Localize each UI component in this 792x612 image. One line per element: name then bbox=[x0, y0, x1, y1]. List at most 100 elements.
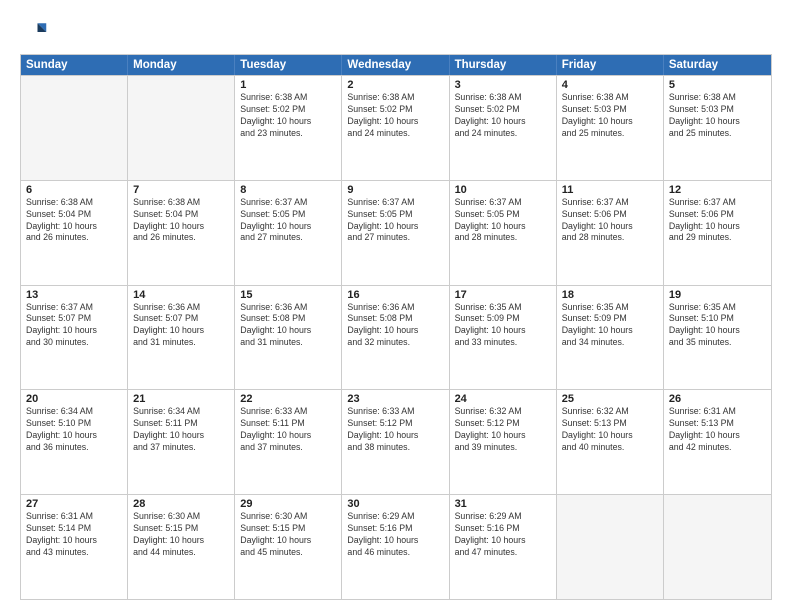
day-info: Sunrise: 6:37 AM Sunset: 5:05 PM Dayligh… bbox=[240, 197, 336, 245]
calendar-cell: 25Sunrise: 6:32 AM Sunset: 5:13 PM Dayli… bbox=[557, 390, 664, 494]
calendar-cell: 16Sunrise: 6:36 AM Sunset: 5:08 PM Dayli… bbox=[342, 286, 449, 390]
weekday-header: Monday bbox=[128, 55, 235, 75]
day-info: Sunrise: 6:37 AM Sunset: 5:05 PM Dayligh… bbox=[347, 197, 443, 245]
day-number: 9 bbox=[347, 184, 443, 196]
calendar-cell: 13Sunrise: 6:37 AM Sunset: 5:07 PM Dayli… bbox=[21, 286, 128, 390]
logo bbox=[20, 18, 52, 46]
day-number: 20 bbox=[26, 393, 122, 405]
day-number: 21 bbox=[133, 393, 229, 405]
day-info: Sunrise: 6:36 AM Sunset: 5:08 PM Dayligh… bbox=[347, 302, 443, 350]
day-info: Sunrise: 6:36 AM Sunset: 5:07 PM Dayligh… bbox=[133, 302, 229, 350]
calendar-cell: 9Sunrise: 6:37 AM Sunset: 5:05 PM Daylig… bbox=[342, 181, 449, 285]
day-number: 13 bbox=[26, 289, 122, 301]
calendar-cell: 26Sunrise: 6:31 AM Sunset: 5:13 PM Dayli… bbox=[664, 390, 771, 494]
header bbox=[20, 18, 772, 46]
calendar-header: SundayMondayTuesdayWednesdayThursdayFrid… bbox=[21, 55, 771, 75]
day-number: 8 bbox=[240, 184, 336, 196]
calendar-cell: 2Sunrise: 6:38 AM Sunset: 5:02 PM Daylig… bbox=[342, 76, 449, 180]
calendar-cell: 11Sunrise: 6:37 AM Sunset: 5:06 PM Dayli… bbox=[557, 181, 664, 285]
calendar-cell: 21Sunrise: 6:34 AM Sunset: 5:11 PM Dayli… bbox=[128, 390, 235, 494]
day-info: Sunrise: 6:38 AM Sunset: 5:02 PM Dayligh… bbox=[347, 92, 443, 140]
day-info: Sunrise: 6:29 AM Sunset: 5:16 PM Dayligh… bbox=[455, 511, 551, 559]
calendar-cell: 5Sunrise: 6:38 AM Sunset: 5:03 PM Daylig… bbox=[664, 76, 771, 180]
day-info: Sunrise: 6:32 AM Sunset: 5:13 PM Dayligh… bbox=[562, 406, 658, 454]
calendar-cell: 27Sunrise: 6:31 AM Sunset: 5:14 PM Dayli… bbox=[21, 495, 128, 599]
day-info: Sunrise: 6:37 AM Sunset: 5:06 PM Dayligh… bbox=[669, 197, 766, 245]
day-number: 11 bbox=[562, 184, 658, 196]
calendar-cell: 17Sunrise: 6:35 AM Sunset: 5:09 PM Dayli… bbox=[450, 286, 557, 390]
day-info: Sunrise: 6:38 AM Sunset: 5:03 PM Dayligh… bbox=[562, 92, 658, 140]
day-number: 17 bbox=[455, 289, 551, 301]
day-info: Sunrise: 6:34 AM Sunset: 5:11 PM Dayligh… bbox=[133, 406, 229, 454]
calendar-cell: 24Sunrise: 6:32 AM Sunset: 5:12 PM Dayli… bbox=[450, 390, 557, 494]
weekday-header: Sunday bbox=[21, 55, 128, 75]
day-info: Sunrise: 6:31 AM Sunset: 5:14 PM Dayligh… bbox=[26, 511, 122, 559]
calendar-cell: 30Sunrise: 6:29 AM Sunset: 5:16 PM Dayli… bbox=[342, 495, 449, 599]
logo-icon bbox=[20, 18, 48, 46]
day-number: 3 bbox=[455, 79, 551, 91]
calendar-row: 27Sunrise: 6:31 AM Sunset: 5:14 PM Dayli… bbox=[21, 494, 771, 599]
day-info: Sunrise: 6:38 AM Sunset: 5:04 PM Dayligh… bbox=[133, 197, 229, 245]
calendar-cell: 29Sunrise: 6:30 AM Sunset: 5:15 PM Dayli… bbox=[235, 495, 342, 599]
weekday-header: Friday bbox=[557, 55, 664, 75]
day-number: 12 bbox=[669, 184, 766, 196]
day-number: 7 bbox=[133, 184, 229, 196]
day-info: Sunrise: 6:38 AM Sunset: 5:02 PM Dayligh… bbox=[240, 92, 336, 140]
day-number: 14 bbox=[133, 289, 229, 301]
day-info: Sunrise: 6:37 AM Sunset: 5:07 PM Dayligh… bbox=[26, 302, 122, 350]
calendar-cell: 4Sunrise: 6:38 AM Sunset: 5:03 PM Daylig… bbox=[557, 76, 664, 180]
calendar-cell: 6Sunrise: 6:38 AM Sunset: 5:04 PM Daylig… bbox=[21, 181, 128, 285]
day-info: Sunrise: 6:30 AM Sunset: 5:15 PM Dayligh… bbox=[240, 511, 336, 559]
day-number: 25 bbox=[562, 393, 658, 405]
day-number: 23 bbox=[347, 393, 443, 405]
day-number: 15 bbox=[240, 289, 336, 301]
day-number: 31 bbox=[455, 498, 551, 510]
calendar-cell bbox=[664, 495, 771, 599]
calendar-cell bbox=[128, 76, 235, 180]
day-number: 27 bbox=[26, 498, 122, 510]
calendar-row: 13Sunrise: 6:37 AM Sunset: 5:07 PM Dayli… bbox=[21, 285, 771, 390]
day-info: Sunrise: 6:29 AM Sunset: 5:16 PM Dayligh… bbox=[347, 511, 443, 559]
day-info: Sunrise: 6:33 AM Sunset: 5:11 PM Dayligh… bbox=[240, 406, 336, 454]
calendar-cell: 1Sunrise: 6:38 AM Sunset: 5:02 PM Daylig… bbox=[235, 76, 342, 180]
page: SundayMondayTuesdayWednesdayThursdayFrid… bbox=[0, 0, 792, 612]
day-info: Sunrise: 6:37 AM Sunset: 5:05 PM Dayligh… bbox=[455, 197, 551, 245]
day-info: Sunrise: 6:33 AM Sunset: 5:12 PM Dayligh… bbox=[347, 406, 443, 454]
calendar-row: 20Sunrise: 6:34 AM Sunset: 5:10 PM Dayli… bbox=[21, 389, 771, 494]
calendar-cell: 7Sunrise: 6:38 AM Sunset: 5:04 PM Daylig… bbox=[128, 181, 235, 285]
day-number: 30 bbox=[347, 498, 443, 510]
day-number: 16 bbox=[347, 289, 443, 301]
calendar-body: 1Sunrise: 6:38 AM Sunset: 5:02 PM Daylig… bbox=[21, 75, 771, 599]
day-number: 4 bbox=[562, 79, 658, 91]
calendar-cell: 14Sunrise: 6:36 AM Sunset: 5:07 PM Dayli… bbox=[128, 286, 235, 390]
calendar-cell: 18Sunrise: 6:35 AM Sunset: 5:09 PM Dayli… bbox=[557, 286, 664, 390]
calendar-cell bbox=[21, 76, 128, 180]
day-info: Sunrise: 6:35 AM Sunset: 5:09 PM Dayligh… bbox=[455, 302, 551, 350]
day-number: 2 bbox=[347, 79, 443, 91]
day-number: 29 bbox=[240, 498, 336, 510]
day-info: Sunrise: 6:32 AM Sunset: 5:12 PM Dayligh… bbox=[455, 406, 551, 454]
calendar-cell: 20Sunrise: 6:34 AM Sunset: 5:10 PM Dayli… bbox=[21, 390, 128, 494]
day-info: Sunrise: 6:35 AM Sunset: 5:09 PM Dayligh… bbox=[562, 302, 658, 350]
day-info: Sunrise: 6:35 AM Sunset: 5:10 PM Dayligh… bbox=[669, 302, 766, 350]
calendar-row: 6Sunrise: 6:38 AM Sunset: 5:04 PM Daylig… bbox=[21, 180, 771, 285]
day-info: Sunrise: 6:31 AM Sunset: 5:13 PM Dayligh… bbox=[669, 406, 766, 454]
day-number: 1 bbox=[240, 79, 336, 91]
calendar-cell: 12Sunrise: 6:37 AM Sunset: 5:06 PM Dayli… bbox=[664, 181, 771, 285]
calendar-cell: 19Sunrise: 6:35 AM Sunset: 5:10 PM Dayli… bbox=[664, 286, 771, 390]
day-info: Sunrise: 6:38 AM Sunset: 5:04 PM Dayligh… bbox=[26, 197, 122, 245]
calendar: SundayMondayTuesdayWednesdayThursdayFrid… bbox=[20, 54, 772, 600]
day-number: 5 bbox=[669, 79, 766, 91]
day-number: 26 bbox=[669, 393, 766, 405]
day-number: 19 bbox=[669, 289, 766, 301]
day-number: 18 bbox=[562, 289, 658, 301]
weekday-header: Thursday bbox=[450, 55, 557, 75]
day-info: Sunrise: 6:36 AM Sunset: 5:08 PM Dayligh… bbox=[240, 302, 336, 350]
weekday-header: Wednesday bbox=[342, 55, 449, 75]
calendar-cell: 23Sunrise: 6:33 AM Sunset: 5:12 PM Dayli… bbox=[342, 390, 449, 494]
calendar-cell: 15Sunrise: 6:36 AM Sunset: 5:08 PM Dayli… bbox=[235, 286, 342, 390]
day-info: Sunrise: 6:38 AM Sunset: 5:02 PM Dayligh… bbox=[455, 92, 551, 140]
day-number: 22 bbox=[240, 393, 336, 405]
calendar-cell: 22Sunrise: 6:33 AM Sunset: 5:11 PM Dayli… bbox=[235, 390, 342, 494]
day-number: 10 bbox=[455, 184, 551, 196]
